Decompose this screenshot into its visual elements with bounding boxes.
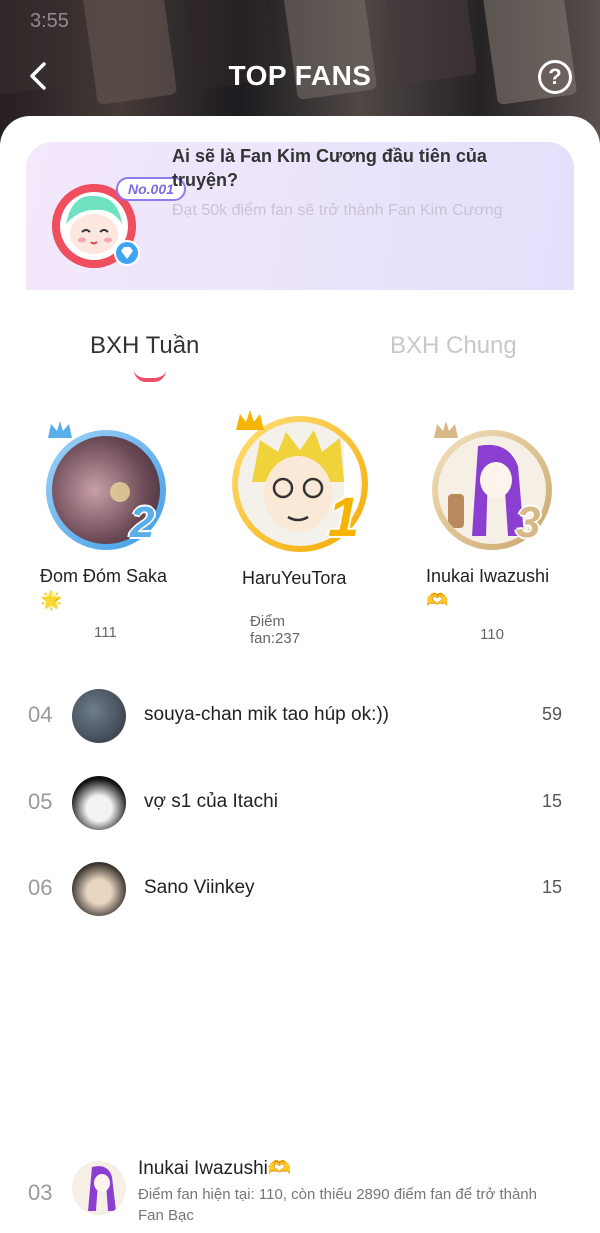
list-item[interactable]: 06 Sano Viinkey 15 [0, 857, 600, 927]
question-mark-icon: ? [548, 64, 562, 89]
avatar [72, 862, 126, 916]
help-button[interactable]: ? [538, 60, 572, 94]
crown-icon [434, 421, 458, 438]
list-item[interactable]: 04 souya-chan mik tao húp ok:)) 59 [0, 684, 600, 754]
fan-progress-info: Điểm fan hiện tại: 110, còn thiếu 2890 đ… [138, 1186, 537, 1224]
fan-score: 15 [541, 877, 562, 897]
fan-name: Đom Đóm Saka🌟 [40, 566, 168, 610]
crown-icon [236, 410, 264, 430]
rank-number: 04 [28, 702, 53, 727]
avatar [72, 689, 126, 743]
fan-score: Điểm fan:237 [250, 613, 301, 647]
fan-name: souya-chan mik tao húp ok:)) [144, 704, 390, 725]
crown-icon [48, 421, 72, 438]
diamond-icon [114, 240, 140, 266]
avatar [72, 1161, 126, 1215]
banner-subtitle: Đạt 50k điểm fan sẽ trở thành Fan Kim Cư… [172, 202, 503, 219]
fan-name: Inukai Iwazushi🫶 [426, 566, 550, 610]
banner-title: Ai sẽ là Fan Kim Cương đầu tiên của truy… [172, 146, 487, 190]
rank-number: 05 [28, 789, 53, 814]
tab-weekly-ranking[interactable]: BXH Tuần [90, 332, 199, 360]
fan-score: 110 [480, 626, 504, 643]
fan-name: Inukai Iwazushi🫶 [138, 1158, 292, 1179]
rank-number: 3 [516, 498, 541, 547]
rank-number: 06 [28, 875, 53, 900]
fan-score: 111 [94, 624, 117, 641]
rank-number: 03 [28, 1180, 53, 1205]
list-item[interactable]: 05 vợ s1 của Itachi 15 [0, 771, 600, 841]
content-sheet: No.001 Ai sẽ là Fan Kim Cương đầu tiên c… [0, 116, 600, 1233]
my-rank-row[interactable]: 03 Inukai Iwazushi🫶 Điểm fan hiện tại: 1… [0, 1156, 600, 1233]
fan-name: HaruYeuTora [242, 568, 347, 588]
rank-number: 2 [130, 498, 155, 547]
status-bar-time: 3:55 [30, 10, 69, 32]
active-tab-indicator [134, 370, 166, 382]
fan-score: 15 [541, 791, 562, 811]
tab-overall-ranking[interactable]: BXH Chung [390, 332, 517, 360]
fan-score: 59 [541, 704, 562, 724]
avatar [72, 776, 126, 830]
page-title: TOP FANS [228, 60, 372, 91]
fan-name: vợ s1 của Itachi [144, 791, 278, 812]
fan-name: Sano Viinkey [144, 877, 255, 898]
rank-number: 1 [328, 485, 360, 548]
